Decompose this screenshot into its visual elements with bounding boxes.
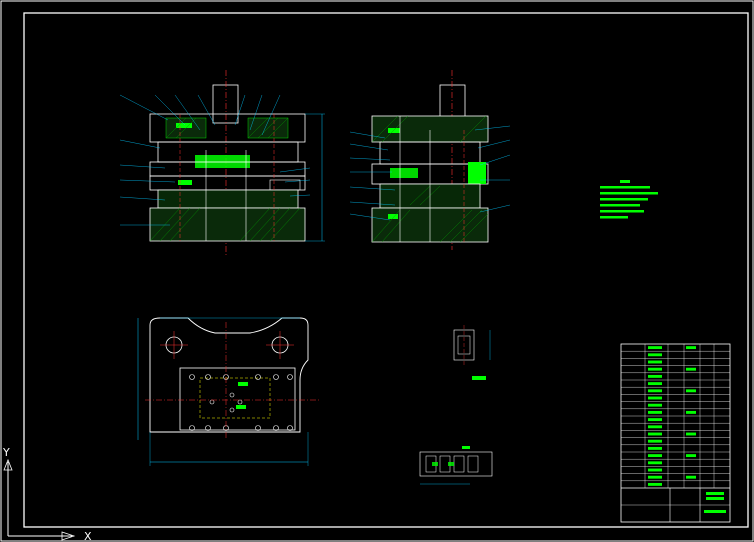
- technical-notes: [600, 180, 658, 219]
- title-block-cell-text: [686, 367, 696, 371]
- side-section-view: [349, 70, 511, 250]
- ucs-y-label: Y: [2, 446, 10, 459]
- title-block-cell-text: [686, 346, 696, 350]
- title-block-cell-text: [686, 475, 696, 479]
- title-block-cell-text: [648, 389, 662, 393]
- title-block-cell-text: [648, 382, 662, 386]
- title-block-cell-text: [648, 425, 662, 429]
- ucs-x-label: X: [84, 530, 92, 542]
- title-block-cell-text: [648, 454, 662, 458]
- title-block-cell-text: [648, 461, 662, 465]
- title-block-cell-text: [648, 468, 662, 472]
- title-block-cell-text: [686, 410, 696, 414]
- title-block-cell-text: [648, 353, 662, 357]
- title-block-cell-text: [648, 439, 662, 443]
- title-block-cell-text: [686, 454, 696, 458]
- title-block-cell-text: [648, 446, 662, 450]
- title-block-cell-text: [686, 432, 696, 436]
- title-block-cell-text: [648, 403, 662, 407]
- title-block-cell-text: [648, 374, 662, 378]
- front-section-view: [119, 70, 325, 255]
- title-block-cell-text: [648, 367, 662, 371]
- title-block: [620, 343, 731, 523]
- title-block-cell-text: [686, 389, 696, 393]
- part-drawing: [453, 325, 491, 380]
- title-block-cell-text: [648, 475, 662, 479]
- title-block-cell-text: [648, 360, 662, 364]
- title-block-cell-text: [648, 346, 662, 350]
- title-block-cell-text: [648, 396, 662, 400]
- title-block-cell-text: [648, 418, 662, 422]
- title-block-cell-text: [648, 410, 662, 414]
- strip-layout: [419, 446, 493, 485]
- title-block-cell-text: [648, 482, 662, 486]
- drawing-frame: [0, 0, 754, 542]
- plan-view: [137, 317, 320, 466]
- title-block-cell-text: [648, 432, 662, 436]
- cad-drawing-canvas[interactable]: Y X: [0, 0, 754, 542]
